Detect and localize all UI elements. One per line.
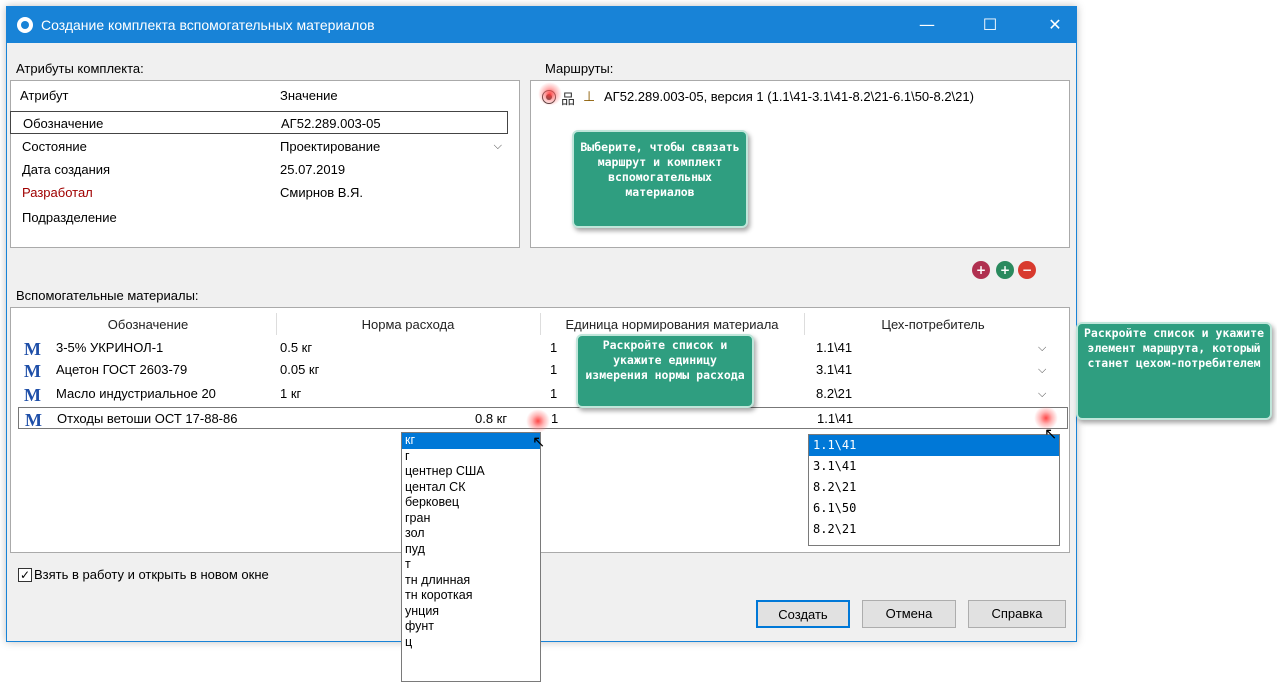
cursor-icon: ↖ xyxy=(1044,424,1058,443)
material-norm-input[interactable]: 0.8 кг xyxy=(475,408,507,430)
add-material-icon[interactable]: + xyxy=(972,261,990,279)
material-unit[interactable]: 1 xyxy=(550,359,557,381)
material-norm[interactable]: 0.05 кг xyxy=(280,359,319,381)
remove-icon[interactable]: − xyxy=(1018,261,1036,279)
chevron-down-icon[interactable]: ⌵ xyxy=(494,135,502,158)
material-shop-select[interactable]: 1.1\41 xyxy=(817,408,853,430)
unit-option[interactable]: г xyxy=(402,449,540,465)
col-shop-header[interactable]: Цех-потребитель xyxy=(805,315,1061,335)
checkbox-label: Взять в работу и открыть в новом окне xyxy=(34,567,269,582)
table-row[interactable]: M Масло индустриальное 20 1 кг 1 8.2\21 … xyxy=(18,383,1068,405)
material-unit[interactable]: 1 xyxy=(551,408,558,430)
unit-dropdown-list[interactable]: кг г центнер США центал СК берковец гран… xyxy=(401,432,541,682)
chevron-down-icon[interactable]: ⌵ xyxy=(1038,383,1046,405)
col-unit-header[interactable]: Единица нормирования материала xyxy=(541,315,803,335)
unit-option[interactable]: центал СК xyxy=(402,480,540,496)
material-name: Отходы ветоши ОСТ 17-88-86 xyxy=(57,411,238,426)
app-icon xyxy=(17,17,33,33)
shop-option[interactable]: 3.1\41 xyxy=(809,456,1059,477)
material-shop[interactable]: 8.2\21 xyxy=(816,383,852,405)
routes-section-label: Маршруты: xyxy=(545,61,614,76)
stamp-icon: ⊥ xyxy=(583,89,596,105)
window-title: Создание комплекта вспомогательных матер… xyxy=(41,17,375,33)
material-unit[interactable]: 1 xyxy=(550,337,557,359)
attr-name: Дата создания xyxy=(22,162,111,177)
unit-option[interactable]: тн длинная xyxy=(402,573,540,589)
value-column-header[interactable]: Значение xyxy=(280,88,338,103)
help-button[interactable]: Справка xyxy=(968,600,1066,628)
unit-option[interactable]: центнер США xyxy=(402,464,540,480)
attr-name: Подразделение xyxy=(22,210,117,225)
open-in-new-window-checkbox[interactable]: ✓ xyxy=(18,568,32,582)
attr-value[interactable]: Смирнов В.Я. xyxy=(280,181,363,204)
shop-option[interactable]: 1.1\41 xyxy=(809,435,1059,456)
material-unit[interactable]: 1 xyxy=(550,383,557,405)
attr-value[interactable]: АГ52.289.003-05 xyxy=(281,112,381,135)
title-bar: Создание комплекта вспомогательных матер… xyxy=(7,7,1076,43)
minimize-button[interactable]: — xyxy=(904,7,950,43)
chevron-down-icon[interactable]: ⌵ xyxy=(1038,359,1046,381)
shop-option[interactable]: 6.1\50 xyxy=(809,498,1059,519)
material-shop[interactable]: 3.1\41 xyxy=(816,359,852,381)
unit-option[interactable]: ц xyxy=(402,635,540,651)
attr-value[interactable]: 25.07.2019 xyxy=(280,158,345,181)
unit-hint-callout: Раскройте список и укажите единицу измер… xyxy=(576,334,754,408)
tree-icon: 品 xyxy=(561,92,575,108)
table-row[interactable]: M 3-5% УКРИНОЛ-1 0.5 кг 1 1.1\41 ⌵ xyxy=(18,337,1068,359)
attr-row-author[interactable]: Разработал Смирнов В.Я. xyxy=(10,181,508,204)
attr-name: Состояние xyxy=(22,139,87,154)
shop-option[interactable]: 8.2\21 xyxy=(809,519,1059,540)
material-icon: M xyxy=(24,361,41,381)
col-designation-header[interactable]: Обозначение xyxy=(20,315,276,335)
material-name: Масло индустриальное 20 xyxy=(56,386,216,401)
unit-option[interactable]: зол xyxy=(402,526,540,542)
unit-option[interactable]: тн короткая xyxy=(402,588,540,604)
material-icon: M xyxy=(25,410,42,430)
attr-column-header[interactable]: Атрибут xyxy=(20,88,68,103)
unit-option[interactable]: кг xyxy=(402,433,540,449)
attr-name: Обозначение xyxy=(23,116,104,131)
shop-hint-callout: Раскройте список и укажите элемент маршр… xyxy=(1076,322,1272,420)
cancel-button[interactable]: Отмена xyxy=(862,600,956,628)
chevron-down-icon[interactable]: ⌵ xyxy=(1038,337,1046,359)
add-set-icon[interactable]: + xyxy=(996,261,1014,279)
shop-dropdown-list[interactable]: 1.1\41 3.1\41 8.2\21 6.1\50 8.2\21 xyxy=(808,434,1060,546)
attr-value[interactable]: Проектирование xyxy=(280,135,380,158)
material-icon: M xyxy=(24,385,41,405)
highlight-spark xyxy=(526,409,550,433)
attr-row-department[interactable]: Подразделение xyxy=(10,206,508,229)
attributes-section-label: Атрибуты комплекта: xyxy=(16,61,144,76)
route-hint-callout: Выберите, чтобы связать маршрут и компле… xyxy=(572,130,748,228)
materials-section-label: Вспомогательные материалы: xyxy=(16,288,199,303)
material-norm[interactable]: 1 кг xyxy=(280,383,301,405)
unit-option[interactable]: т xyxy=(402,557,540,573)
material-name: 3-5% УКРИНОЛ-1 xyxy=(56,340,164,355)
close-button[interactable]: ✕ xyxy=(1032,7,1078,43)
attr-name: Разработал xyxy=(22,185,93,200)
unit-option[interactable]: фунт xyxy=(402,619,540,635)
attr-row-created[interactable]: Дата создания 25.07.2019 xyxy=(10,158,508,181)
material-name: Ацетон ГОСТ 2603-79 xyxy=(56,362,188,377)
maximize-button[interactable]: ☐ xyxy=(967,7,1013,43)
attr-row-designation[interactable]: Обозначение АГ52.289.003-05 xyxy=(10,111,508,134)
material-shop[interactable]: 1.1\41 xyxy=(816,337,852,359)
cursor-icon: ↖ xyxy=(532,432,546,451)
unit-option[interactable]: пуд xyxy=(402,542,540,558)
route-item[interactable]: АГ52.289.003-05, версия 1 (1.1\41-3.1\41… xyxy=(604,89,974,104)
col-norm-header[interactable]: Норма расхода xyxy=(277,315,539,335)
unit-option[interactable]: гран xyxy=(402,511,540,527)
unit-option[interactable]: берковец xyxy=(402,495,540,511)
create-button[interactable]: Создать xyxy=(756,600,850,628)
shop-option[interactable]: 8.2\21 xyxy=(809,477,1059,498)
table-row[interactable]: M Ацетон ГОСТ 2603-79 0.05 кг 1 3.1\41 ⌵ xyxy=(18,359,1068,381)
unit-option[interactable]: унция xyxy=(402,604,540,620)
material-norm[interactable]: 0.5 кг xyxy=(280,337,312,359)
highlight-spark xyxy=(538,82,562,106)
attr-row-state[interactable]: Состояние Проектирование ⌵ xyxy=(10,135,508,158)
material-icon: M xyxy=(24,339,41,359)
